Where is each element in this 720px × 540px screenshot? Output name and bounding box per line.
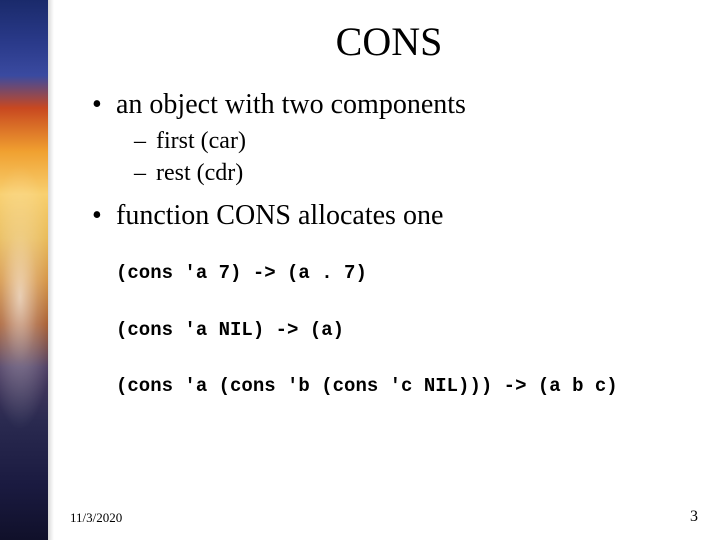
bullet-item: an object with two components first (car…	[116, 89, 690, 190]
decorative-sidebar-shadow	[48, 0, 54, 540]
sub-bullet-item: first (car)	[156, 125, 690, 157]
code-line: (cons 'a (cons 'b (cons 'c NIL))) -> (a …	[88, 375, 690, 398]
bullet-list: an object with two components first (car…	[88, 89, 690, 232]
code-line: (cons 'a 7) -> (a . 7)	[88, 262, 690, 285]
sub-bullet-list: first (car) rest (cdr)	[116, 125, 690, 190]
code-line: (cons 'a NIL) -> (a)	[88, 319, 690, 342]
slide-content: CONS an object with two components first…	[58, 0, 720, 540]
decorative-sidebar	[0, 0, 48, 540]
bullet-text: function CONS allocates one	[116, 200, 443, 231]
slide-title: CONS	[88, 18, 690, 65]
footer-page-number: 3	[690, 508, 698, 526]
bullet-item: function CONS allocates one	[116, 200, 690, 232]
bullet-text: an object with two components	[116, 89, 466, 120]
sub-bullet-item: rest (cdr)	[156, 157, 690, 189]
footer-date: 11/3/2020	[70, 510, 122, 526]
